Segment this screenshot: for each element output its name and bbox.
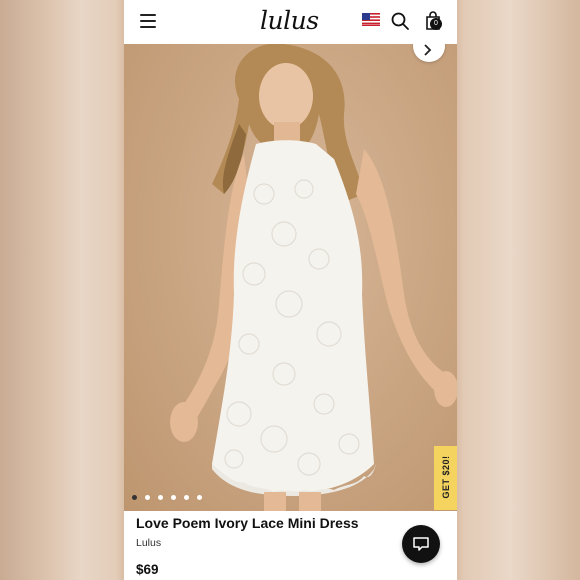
top-navigation-bar: lulus 0 (124, 0, 457, 44)
gallery-dot[interactable] (197, 495, 202, 500)
gallery-dot[interactable] (132, 495, 137, 500)
product-title: Love Poem Ivory Lace Mini Dress (136, 515, 359, 531)
product-brand[interactable]: Lulus (136, 537, 161, 549)
hamburger-menu-icon[interactable] (140, 14, 156, 28)
gallery-dot[interactable] (158, 495, 163, 500)
gallery-pagination-dots (132, 495, 202, 501)
gallery-dot[interactable] (145, 495, 150, 500)
gallery-dot[interactable] (184, 495, 189, 500)
product-price: $69 (136, 562, 159, 577)
us-flag-icon[interactable] (362, 13, 380, 26)
gallery-dot[interactable] (171, 495, 176, 500)
chat-icon (413, 537, 429, 551)
lulus-logo[interactable]: lulus (260, 5, 319, 37)
chat-button[interactable] (402, 525, 440, 563)
get-20-promo-tab[interactable]: GET $20! (434, 446, 457, 510)
chevron-right-icon (424, 44, 432, 56)
search-icon[interactable] (390, 11, 410, 31)
phone-screen: lulus 0 GET $20! Love Poem Ivory Lace Mi… (124, 0, 457, 580)
product-photo (170, 44, 457, 511)
promo-tab-label: GET $20! (441, 455, 451, 499)
product-image-gallery[interactable]: GET $20! (124, 44, 457, 511)
cart-count-badge: 0 (430, 18, 442, 30)
